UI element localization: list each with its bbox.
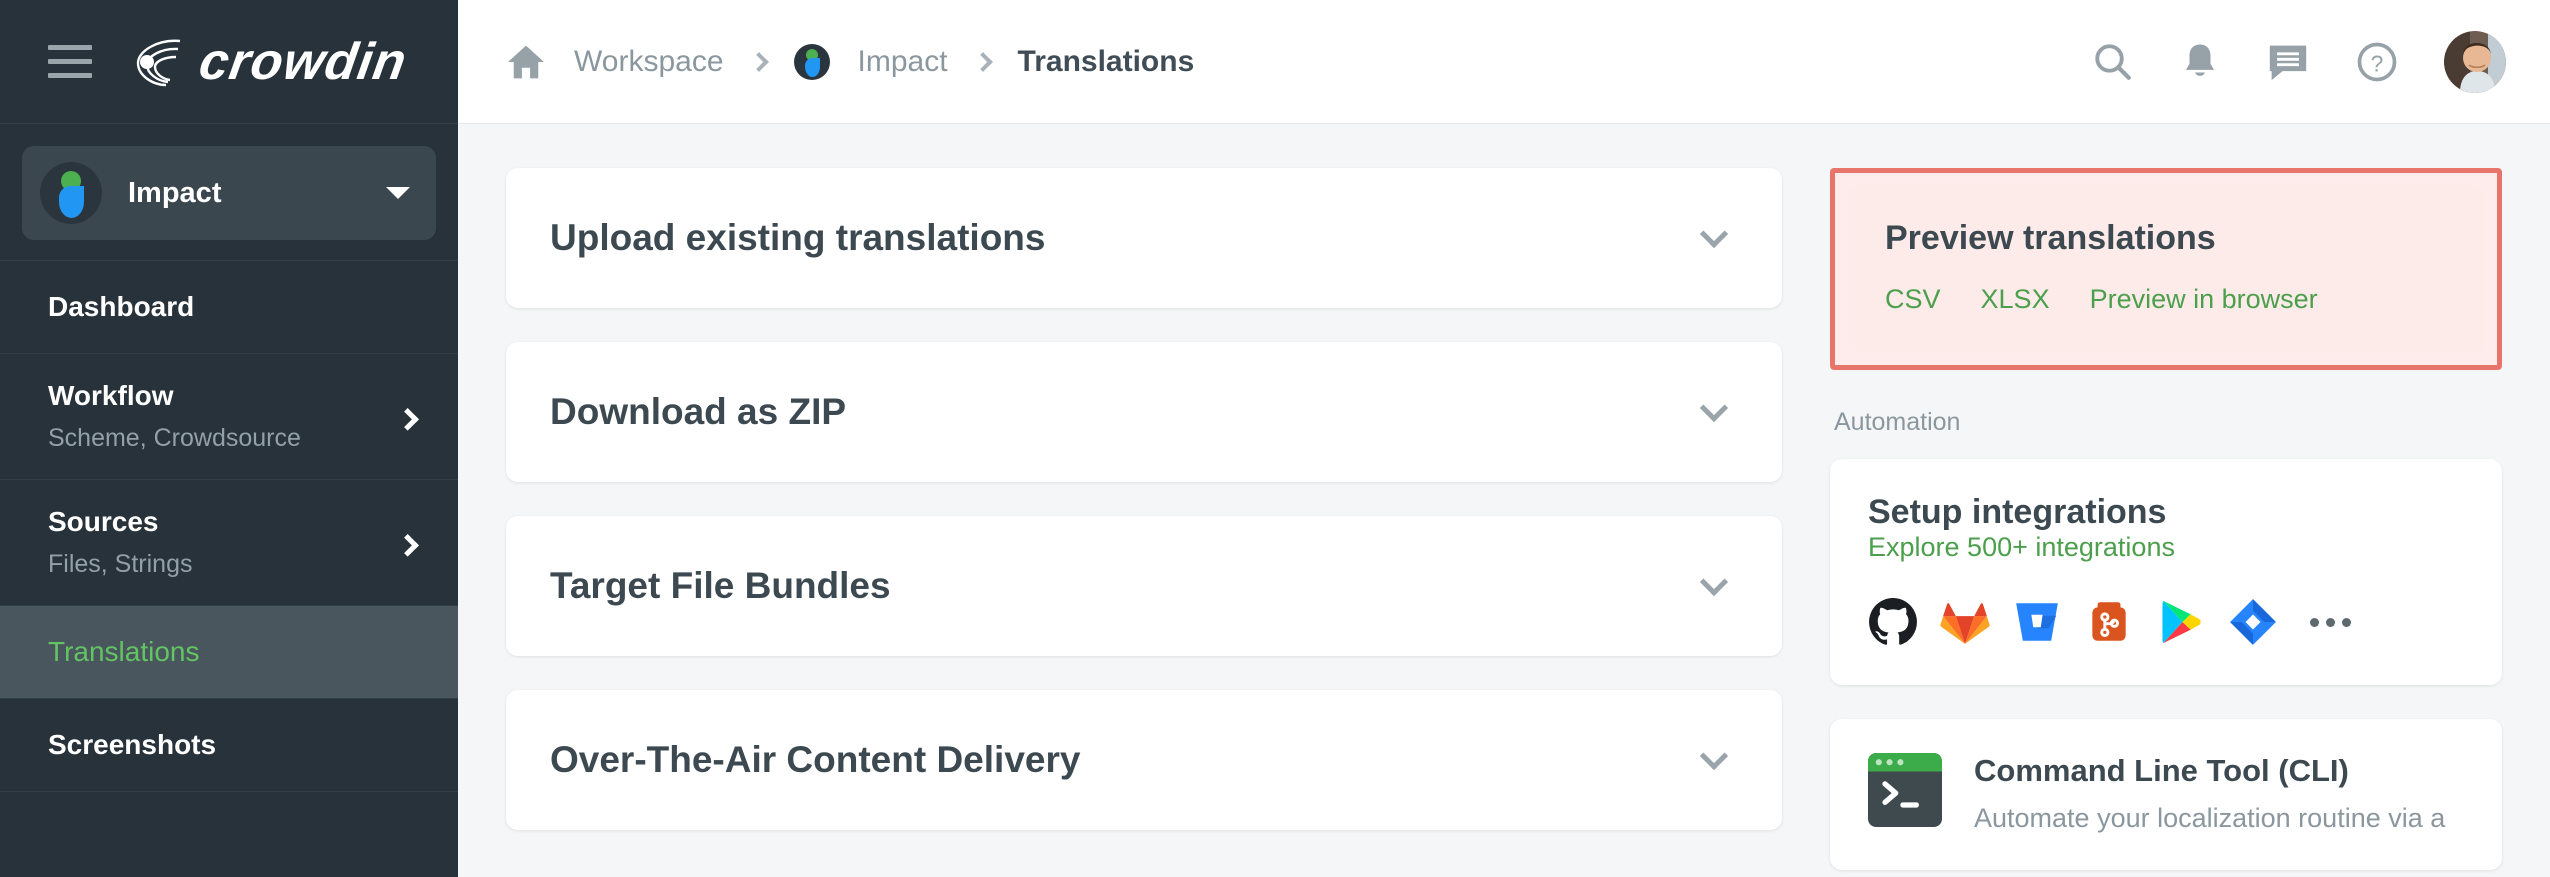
accordion-title: Upload existing translations bbox=[550, 217, 1046, 258]
project-selector[interactable]: Impact bbox=[22, 146, 436, 240]
chevron-down-icon[interactable] bbox=[1699, 567, 1729, 597]
crowdin-wordmark: crowdin bbox=[195, 32, 411, 91]
svg-text:?: ? bbox=[2371, 50, 2384, 76]
project-avatar-icon bbox=[40, 162, 102, 224]
cli-text-block: Command Line Tool (CLI) Automate your lo… bbox=[1974, 753, 2445, 836]
chevron-down-icon[interactable] bbox=[1699, 393, 1729, 423]
accordion-over-the-air-content-delivery[interactable]: Over-The-Air Content Delivery bbox=[506, 690, 1782, 830]
cli-description: Automate your localization routine via a bbox=[1974, 803, 2446, 833]
github-icon[interactable] bbox=[1868, 597, 1918, 647]
panel-title: Setup integrations bbox=[1868, 493, 2167, 531]
setup-integrations-card: Setup integrations Explore 500+ integrat… bbox=[1830, 459, 2502, 685]
sidebar-header: crowdin bbox=[0, 0, 458, 124]
messages-chat-icon[interactable] bbox=[2266, 42, 2310, 82]
breadcrumb: Workspace Impact Translations bbox=[506, 43, 1195, 80]
panel-title: Preview translations bbox=[1885, 219, 2216, 257]
google-play-icon[interactable] bbox=[2156, 597, 2206, 647]
sidebar-item-translations[interactable]: Translations bbox=[0, 606, 458, 699]
chevron-down-icon[interactable] bbox=[1699, 741, 1729, 771]
accordion-title: Download as ZIP bbox=[550, 391, 847, 432]
left-column: Upload existing translations Download as… bbox=[458, 168, 1830, 877]
caret-down-icon[interactable] bbox=[386, 187, 410, 199]
sidebar-item-label: Workflow bbox=[48, 380, 174, 411]
preview-csv-link[interactable]: CSV bbox=[1885, 284, 1941, 315]
crowdin-logo[interactable]: crowdin bbox=[130, 33, 411, 91]
sidebar-item-label: Dashboard bbox=[48, 291, 195, 322]
chevron-right-icon bbox=[972, 51, 993, 72]
accordion-title: Over-The-Air Content Delivery bbox=[550, 739, 1081, 780]
sidebar: crowdin Impact Dashboard Workflow Scheme… bbox=[0, 0, 458, 877]
accordion-download-as-zip[interactable]: Download as ZIP bbox=[506, 342, 1782, 482]
sidebar-item-workflow[interactable]: Workflow Scheme, Crowdsource bbox=[0, 354, 458, 480]
breadcrumb-impact[interactable]: Impact bbox=[858, 45, 948, 79]
preview-in-browser-link[interactable]: Preview in browser bbox=[2090, 284, 2318, 315]
crowdin-logo-icon bbox=[136, 39, 181, 86]
sidebar-item-dashboard[interactable]: Dashboard bbox=[0, 261, 458, 354]
preview-xlsx-link[interactable]: XLSX bbox=[1981, 284, 2050, 315]
hamburger-menu-icon[interactable] bbox=[48, 45, 92, 78]
cli-title: Command Line Tool (CLI) bbox=[1974, 753, 2349, 788]
main-area: Workspace Impact Translations ? Upload e… bbox=[458, 0, 2550, 877]
azure-repos-icon[interactable] bbox=[2084, 597, 2134, 647]
preview-translations-highlight: Preview translations CSV XLSX Preview in… bbox=[1830, 168, 2502, 370]
home-icon[interactable] bbox=[506, 44, 546, 80]
cli-card[interactable]: Command Line Tool (CLI) Automate your lo… bbox=[1830, 719, 2502, 871]
content-area: Upload existing translations Download as… bbox=[458, 124, 2550, 877]
project-avatar-icon bbox=[793, 43, 830, 80]
user-avatar[interactable] bbox=[2444, 30, 2506, 93]
explore-integrations-link[interactable]: Explore 500+ integrations bbox=[1868, 532, 2464, 563]
sidebar-item-screenshots[interactable]: Screenshots bbox=[0, 699, 458, 792]
help-question-icon[interactable]: ? bbox=[2356, 41, 2398, 83]
search-icon[interactable] bbox=[2092, 41, 2134, 83]
top-bar-icons: ? bbox=[2092, 30, 2506, 93]
project-selector-row: Impact bbox=[0, 124, 458, 261]
bitbucket-icon[interactable] bbox=[2012, 597, 2062, 647]
project-name: Impact bbox=[128, 176, 222, 209]
sidebar-item-label: Sources bbox=[48, 506, 159, 537]
breadcrumb-translations: Translations bbox=[1017, 44, 1195, 78]
more-options-icon[interactable] bbox=[2310, 617, 2351, 627]
right-column: Preview translations CSV XLSX Preview in… bbox=[1830, 168, 2550, 877]
accordion-upload-existing-translations[interactable]: Upload existing translations bbox=[506, 168, 1782, 308]
terminal-icon bbox=[1868, 753, 1942, 827]
automation-section-label: Automation bbox=[1834, 408, 1961, 436]
breadcrumb-workspace[interactable]: Workspace bbox=[574, 45, 724, 79]
sidebar-item-label: Translations bbox=[48, 636, 200, 667]
chevron-down-icon[interactable] bbox=[1699, 219, 1729, 249]
app-root: crowdin Impact Dashboard Workflow Scheme… bbox=[0, 0, 2550, 877]
sidebar-item-sources[interactable]: Sources Files, Strings bbox=[0, 480, 458, 606]
notifications-bell-icon[interactable] bbox=[2180, 41, 2220, 83]
preview-translations-panel: Preview translations CSV XLSX Preview in… bbox=[1847, 185, 2485, 353]
sidebar-item-sublabel: Files, Strings bbox=[48, 550, 193, 578]
sidebar-item-sublabel: Scheme, Crowdsource bbox=[48, 424, 301, 452]
top-bar: Workspace Impact Translations ? bbox=[458, 0, 2550, 124]
accordion-title: Target File Bundles bbox=[550, 565, 891, 606]
sidebar-item-label: Screenshots bbox=[48, 729, 217, 760]
jira-icon[interactable] bbox=[2228, 597, 2278, 647]
gitlab-icon[interactable] bbox=[1940, 597, 1990, 647]
preview-links: CSV XLSX Preview in browser bbox=[1885, 284, 2447, 315]
integration-icons bbox=[1868, 597, 2464, 647]
chevron-right-icon bbox=[748, 51, 769, 72]
accordion-target-file-bundles[interactable]: Target File Bundles bbox=[506, 516, 1782, 656]
